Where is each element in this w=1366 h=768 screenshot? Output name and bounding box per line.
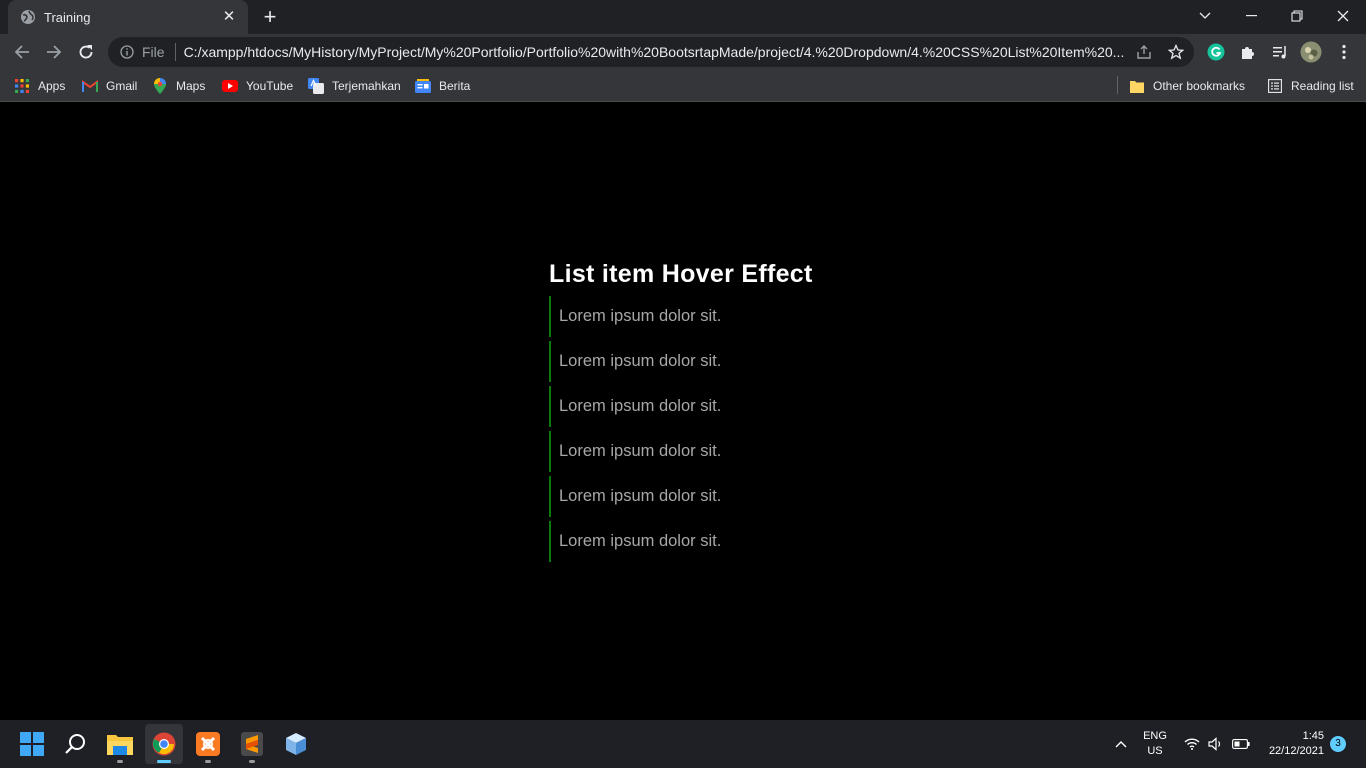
close-window-button[interactable] <box>1320 0 1366 32</box>
media-control-icon[interactable] <box>1269 41 1291 63</box>
profile-avatar[interactable] <box>1300 41 1322 63</box>
running-indicator <box>117 760 123 763</box>
back-button[interactable] <box>10 40 34 64</box>
tab-title: Training <box>44 9 91 25</box>
news-icon <box>415 78 431 94</box>
language-indicator[interactable]: ENG US <box>1140 729 1170 759</box>
minimize-button[interactable] <box>1228 0 1274 32</box>
forward-button[interactable] <box>42 40 66 64</box>
bookmark-star-icon[interactable] <box>1165 41 1187 63</box>
info-icon[interactable] <box>120 45 134 59</box>
language-region: US <box>1147 745 1163 757</box>
list-item[interactable]: Lorem ipsum dolor sit. <box>549 386 819 427</box>
tab-strip: Training ✕ + <box>0 0 1366 34</box>
bookmark-berita[interactable]: Berita <box>415 76 470 96</box>
hover-list: Lorem ipsum dolor sit. Lorem ipsum dolor… <box>549 296 819 566</box>
cube-app-icon[interactable] <box>277 724 315 764</box>
address-bar[interactable]: File C:/xampp/htdocs/MyHistory/MyProject… <box>108 37 1194 67</box>
language-code: ENG <box>1143 730 1167 742</box>
reading-list-button[interactable]: Reading list <box>1267 76 1354 96</box>
gmail-icon <box>82 78 98 94</box>
url-scheme-label: File <box>142 44 165 60</box>
battery-icon[interactable] <box>1230 720 1252 768</box>
translate-icon <box>308 78 324 94</box>
reload-button[interactable] <box>74 40 98 64</box>
reading-list-icon <box>1267 78 1283 94</box>
url-separator <box>174 43 176 61</box>
xampp-icon[interactable] <box>189 724 227 764</box>
file-explorer-icon[interactable] <box>101 724 139 764</box>
maps-icon <box>152 78 168 94</box>
active-indicator <box>157 760 171 763</box>
windows-taskbar: ENG US 1:45 22/12/2021 <box>0 720 1366 768</box>
url-text[interactable]: C:/xampp/htdocs/MyHistory/MyProject/My%2… <box>184 44 1132 60</box>
clock-date: 22/12/2021 <box>1268 745 1324 757</box>
chrome-menu-icon[interactable] <box>1333 41 1355 63</box>
browser-toolbar: File C:/xampp/htdocs/MyHistory/MyProject… <box>0 34 1366 70</box>
volume-icon[interactable] <box>1206 720 1226 768</box>
start-button[interactable] <box>13 724 51 764</box>
new-tab-button[interactable]: + <box>258 6 282 28</box>
bookmark-maps[interactable]: Maps <box>152 76 205 96</box>
sublime-text-icon[interactable] <box>233 724 271 764</box>
apps-grid-icon <box>14 78 30 94</box>
bookmark-label: Terjemahkan <box>332 79 401 93</box>
bookmark-label: Maps <box>176 79 206 93</box>
list-item[interactable]: Lorem ipsum dolor sit. <box>549 476 819 517</box>
restore-button[interactable] <box>1274 0 1320 32</box>
wifi-icon[interactable] <box>1182 720 1202 768</box>
tab-close-icon[interactable]: ✕ <box>220 8 238 26</box>
running-indicator <box>249 760 255 763</box>
youtube-icon <box>222 78 238 94</box>
page-heading: List item Hover Effect <box>549 260 813 288</box>
bookmark-apps[interactable]: Apps <box>14 76 65 96</box>
notification-badge[interactable]: 3 <box>1330 736 1346 752</box>
chrome-taskbar-icon[interactable] <box>145 724 183 764</box>
tab-search-chevron-icon[interactable] <box>1182 0 1228 32</box>
bookmark-youtube[interactable]: YouTube <box>222 76 293 96</box>
folder-icon <box>1129 78 1145 94</box>
clock-time: 1:45 <box>1302 730 1324 742</box>
reading-list-label: Reading list <box>1291 79 1354 93</box>
page-viewport: List item Hover Effect Lorem ipsum dolor… <box>0 103 1366 720</box>
list-item[interactable]: Lorem ipsum dolor sit. <box>549 431 819 472</box>
system-clock[interactable]: 1:45 22/12/2021 <box>1258 729 1324 759</box>
bookmarks-divider <box>1117 76 1118 94</box>
list-item[interactable]: Lorem ipsum dolor sit. <box>549 341 819 382</box>
list-item[interactable]: Lorem ipsum dolor sit. <box>549 296 819 337</box>
list-item[interactable]: Lorem ipsum dolor sit. <box>549 521 819 562</box>
running-indicator <box>205 760 211 763</box>
tray-overflow-chevron-icon[interactable] <box>1110 720 1132 768</box>
tab-training[interactable]: Training ✕ <box>8 0 248 34</box>
globe-icon <box>20 9 36 25</box>
bookmarks-bar: Apps Gmail Maps YouTube Terjemahkan Beri… <box>0 70 1366 102</box>
bookmark-label: Gmail <box>106 79 138 93</box>
bookmark-label: Berita <box>439 79 471 93</box>
bookmark-gmail[interactable]: Gmail <box>82 76 137 96</box>
bookmark-label: Apps <box>38 79 66 93</box>
extensions-puzzle-icon[interactable] <box>1237 41 1259 63</box>
grammarly-icon[interactable] <box>1205 41 1227 63</box>
bookmark-label: YouTube <box>246 79 294 93</box>
search-icon[interactable] <box>57 724 95 764</box>
share-icon[interactable] <box>1133 41 1155 63</box>
other-bookmarks-folder[interactable]: Other bookmarks <box>1129 76 1245 96</box>
bookmark-terjemahkan[interactable]: Terjemahkan <box>308 76 401 96</box>
other-bookmarks-label: Other bookmarks <box>1153 79 1246 93</box>
